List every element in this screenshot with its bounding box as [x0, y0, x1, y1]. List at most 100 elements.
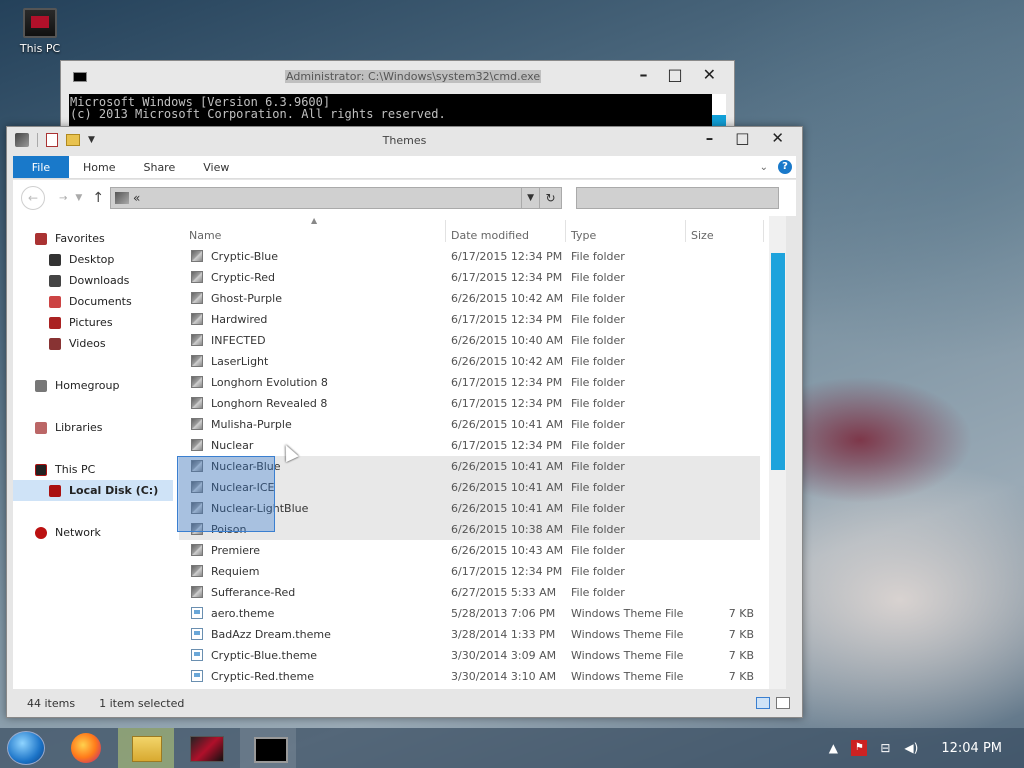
file-explorer-taskbar-button[interactable]	[118, 728, 174, 768]
address-dropdown-icon[interactable]: ▼	[521, 188, 539, 208]
table-row[interactable]: Longhorn Evolution 8 6/17/2015 12:34 PM Fi…	[179, 372, 760, 393]
explorer-titlebar[interactable]: ▼ Themes – □ ✕	[7, 127, 802, 155]
file-type: File folder	[571, 460, 625, 473]
column-header-size[interactable]: Size	[691, 229, 714, 242]
nav-local-disk[interactable]: Local Disk (C:)	[13, 480, 173, 501]
action-center-flag-icon[interactable]: ⚑	[851, 740, 868, 756]
large-icons-view-icon[interactable]	[776, 697, 790, 709]
expand-ribbon-icon[interactable]: ⌄	[760, 162, 768, 173]
cmd-console[interactable]: Microsoft Windows [Version 6.3.9600] (c)…	[69, 94, 726, 129]
file-name: Premiere	[211, 544, 261, 557]
nav-documents[interactable]: Documents	[13, 291, 173, 312]
file-date: 6/17/2015 12:34 PM	[451, 376, 563, 389]
file-type: File folder	[571, 586, 625, 599]
app-taskbar-button[interactable]	[178, 728, 234, 768]
table-row[interactable]: Hardwired 6/17/2015 12:34 PM File folder	[179, 309, 760, 330]
minimize-icon[interactable]: –	[639, 65, 647, 84]
theme-file-icon	[191, 649, 203, 661]
nav-favorites[interactable]: Favorites	[13, 228, 173, 249]
table-row[interactable]: LaserLight 6/26/2015 10:42 AM File folder	[179, 351, 760, 372]
details-view-icon[interactable]	[756, 697, 770, 709]
firefox-taskbar-button[interactable]	[58, 728, 114, 768]
nav-videos[interactable]: Videos	[13, 333, 173, 354]
column-header-name[interactable]: Name	[189, 229, 221, 242]
table-row[interactable]: Ghost-Purple 6/26/2015 10:42 AM File folde…	[179, 288, 760, 309]
folder-icon	[191, 313, 203, 325]
desktop-icon-this-pc[interactable]: This PC	[14, 8, 66, 55]
table-row[interactable]: BadAzz Dream.theme 3/28/2014 1:33 PM Windo…	[179, 624, 760, 645]
minimize-icon[interactable]: –	[706, 129, 714, 147]
help-icon[interactable]: ?	[778, 160, 792, 174]
table-row[interactable]: Longhorn Revealed 8 6/17/2015 12:34 PM Fil…	[179, 393, 760, 414]
folder-icon	[191, 565, 203, 577]
file-type: File folder	[571, 418, 625, 431]
folder-icon	[191, 586, 203, 598]
explorer-window[interactable]: ▼ Themes – □ ✕ File Home Share View ⌄ ? …	[6, 126, 803, 718]
refresh-icon[interactable]: ↻	[539, 188, 561, 208]
maximize-icon[interactable]: □	[735, 129, 749, 147]
file-size: 7 KB	[728, 607, 754, 620]
cmd-taskbar-button[interactable]	[240, 728, 296, 768]
address-prefix[interactable]: «	[133, 191, 140, 205]
table-row[interactable]: INFECTED 6/26/2015 10:40 AM File folder	[179, 330, 760, 351]
nav-network[interactable]: Network	[13, 522, 173, 543]
folder-icon	[191, 292, 203, 304]
nav-pictures[interactable]: Pictures	[13, 312, 173, 333]
nav-homegroup[interactable]: Homegroup	[13, 375, 173, 396]
column-header-date[interactable]: Date modified	[451, 229, 529, 242]
table-row[interactable]: Cryptic-Red 6/17/2015 12:34 PM File folder	[179, 267, 760, 288]
file-list[interactable]: ▲ Name Date modified Type Size Cryptic-B…	[173, 216, 786, 690]
folder-icon	[191, 355, 203, 367]
nav-label: Videos	[69, 337, 106, 350]
table-row[interactable]: Nuclear 6/17/2015 12:34 PM File folder	[179, 435, 760, 456]
file-type: Windows Theme File	[571, 628, 684, 641]
folder-icon	[115, 192, 130, 204]
file-date: 3/30/2014 3:10 AM	[451, 670, 557, 683]
table-row[interactable]: Cryptic-Blue.theme 3/30/2014 3:09 AM Windo…	[179, 645, 760, 666]
this-pc-icon	[23, 8, 57, 38]
tab-share[interactable]: Share	[129, 156, 189, 178]
back-button[interactable]: ←	[21, 186, 45, 210]
nav-libraries[interactable]: Libraries	[13, 417, 173, 438]
up-button[interactable]: ↑	[92, 190, 104, 206]
cmd-title: Administrator: C:\Windows\system32\cmd.e…	[285, 70, 542, 83]
start-button[interactable]	[7, 731, 45, 765]
file-date: 6/26/2015 10:41 AM	[451, 502, 564, 515]
homegroup-icon	[35, 379, 47, 392]
nav-downloads[interactable]: Downloads	[13, 270, 173, 291]
volume-icon[interactable]: ◀)	[903, 740, 919, 756]
column-header-type[interactable]: Type	[571, 229, 596, 242]
scrollbar-thumb[interactable]	[771, 253, 785, 470]
maximize-icon[interactable]: □	[667, 65, 682, 84]
table-row[interactable]: Cryptic-Blue 6/17/2015 12:34 PM File folde…	[179, 246, 760, 267]
cmd-titlebar[interactable]: Administrator: C:\Windows\system32\cmd.e…	[61, 61, 734, 93]
table-row[interactable]: Sufferance-Red 6/27/2015 5:33 AM File fold…	[179, 582, 760, 603]
search-input[interactable]	[576, 187, 780, 209]
tab-home[interactable]: Home	[69, 156, 129, 178]
table-row[interactable]: Mulisha-Purple 6/26/2015 10:41 AM File fol…	[179, 414, 760, 435]
table-row[interactable]: Premiere 6/26/2015 10:43 AM File folder	[179, 540, 760, 561]
close-icon[interactable]: ✕	[771, 129, 784, 147]
cmd-window[interactable]: Administrator: C:\Windows\system32\cmd.e…	[60, 60, 735, 130]
cmd-icon	[73, 72, 87, 82]
show-hidden-icons-icon[interactable]: ▲	[825, 740, 841, 756]
vertical-scrollbar[interactable]	[769, 216, 786, 690]
cmd-scrollbar[interactable]	[712, 94, 726, 129]
forward-button[interactable]: →	[59, 193, 67, 204]
table-row[interactable]: Requiem 6/17/2015 12:34 PM File folder	[179, 561, 760, 582]
nav-label: Pictures	[69, 316, 113, 329]
file-date: 6/26/2015 10:40 AM	[451, 334, 564, 347]
table-row[interactable]: aero.theme 5/28/2013 7:06 PM Windows Theme…	[179, 603, 760, 624]
close-icon[interactable]: ✕	[703, 65, 716, 84]
network-status-icon[interactable]: ⊟	[877, 740, 893, 756]
address-bar[interactable]: « ▼ ↻	[110, 187, 563, 209]
tab-file[interactable]: File	[13, 156, 69, 178]
file-name: Ghost-Purple	[211, 292, 282, 305]
nav-this-pc[interactable]: This PC	[13, 459, 173, 480]
nav-desktop[interactable]: Desktop	[13, 249, 173, 270]
table-row[interactable]: Cryptic-Red.theme 3/30/2014 3:10 AM Window…	[179, 666, 760, 687]
folder-icon	[191, 376, 203, 388]
clock[interactable]: 12:04 PM	[941, 741, 1002, 756]
tab-view[interactable]: View	[189, 156, 243, 178]
recent-locations-icon[interactable]: ▼	[75, 193, 82, 203]
